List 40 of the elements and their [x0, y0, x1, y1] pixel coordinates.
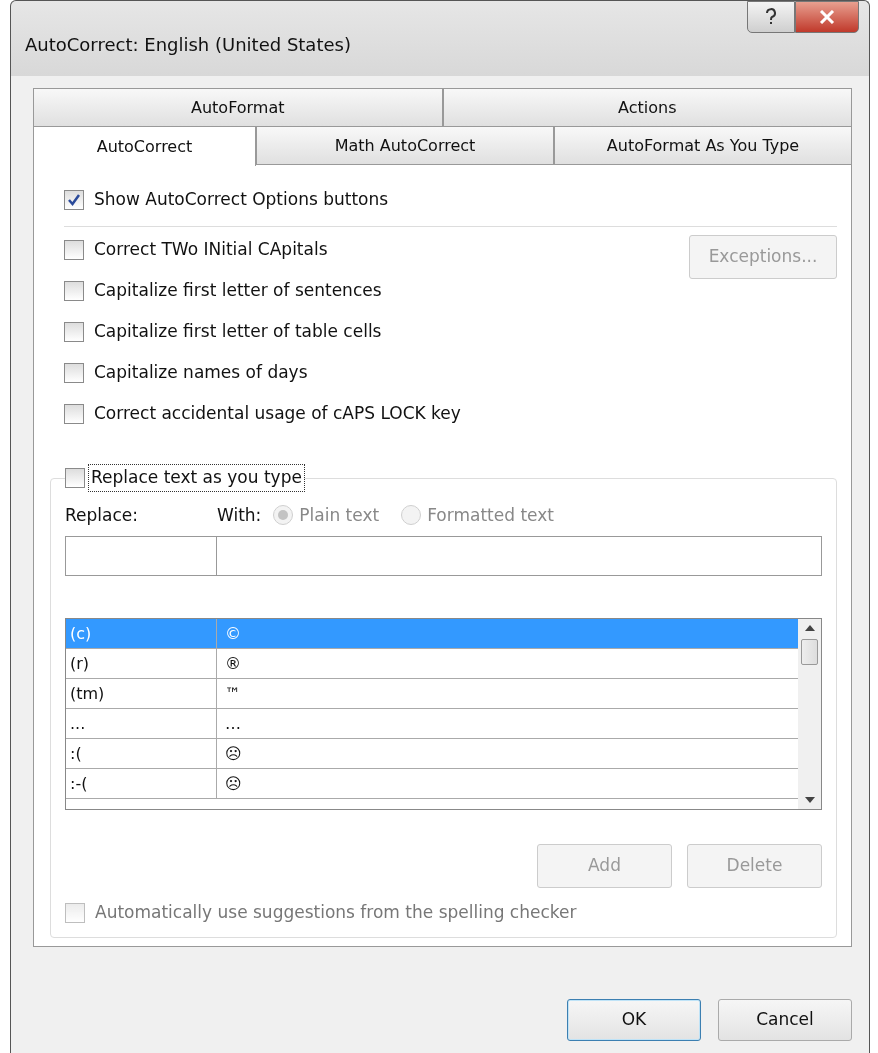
- list-row[interactable]: :( ☹: [66, 739, 798, 769]
- field-label: With:: [217, 503, 262, 527]
- checkbox[interactable]: [65, 467, 85, 488]
- checkbox[interactable]: [64, 321, 84, 342]
- checkbox-label: Correct accidental usage of cAPS LOCK key: [94, 401, 461, 425]
- checkbox-label: Capitalize first letter of table cells: [94, 319, 382, 343]
- radio-label: Formatted text: [427, 503, 554, 527]
- tab[interactable]: AutoFormat: [33, 88, 443, 126]
- ok-button[interactable]: OK: [567, 999, 701, 1041]
- scrollbar-thumb[interactable]: [801, 639, 818, 665]
- radio-label: Plain text: [299, 503, 380, 527]
- cancel-button[interactable]: Cancel: [718, 999, 852, 1041]
- checkbox-label: Correct TWo INitial CApitals: [94, 237, 328, 261]
- window-title: AutoCorrect: English (United States): [25, 33, 351, 57]
- checkbox[interactable]: [64, 239, 84, 260]
- scroll-down-icon[interactable]: [804, 797, 815, 803]
- tab[interactable]: Math AutoCorrect: [256, 126, 554, 164]
- checkbox[interactable]: [64, 280, 84, 301]
- checkbox[interactable]: [64, 362, 84, 383]
- checkbox-label: Capitalize first letter of sentences: [94, 278, 382, 302]
- checkbox-label: Show AutoCorrect Options buttons: [94, 187, 389, 211]
- list-row[interactable]: (r) ®: [66, 649, 798, 679]
- tab[interactable]: AutoFormat As You Type: [554, 126, 852, 164]
- checkbox-label: Capitalize names of days: [94, 360, 308, 384]
- close-button[interactable]: [795, 1, 859, 33]
- checkbox[interactable]: [64, 189, 84, 210]
- close-icon: [819, 10, 835, 24]
- list-row[interactable]: :-( ☹: [66, 769, 798, 799]
- tab[interactable]: Actions: [442, 88, 852, 126]
- help-icon: [765, 8, 777, 26]
- scrollbar[interactable]: [798, 619, 821, 809]
- checkbox[interactable]: [64, 403, 84, 424]
- list-row[interactable]: (tm) ™: [66, 679, 798, 709]
- checkbox-label: Replace text as you type: [89, 465, 304, 491]
- list-row[interactable]: ... …: [66, 709, 798, 739]
- field-label: Replace:: [65, 503, 139, 527]
- checkbox-label: Automatically use suggestions from the spelling checker: [95, 900, 577, 924]
- scroll-up-icon[interactable]: [804, 625, 815, 631]
- tab[interactable]: AutoCorrect: [33, 126, 256, 166]
- help-button[interactable]: [747, 1, 795, 33]
